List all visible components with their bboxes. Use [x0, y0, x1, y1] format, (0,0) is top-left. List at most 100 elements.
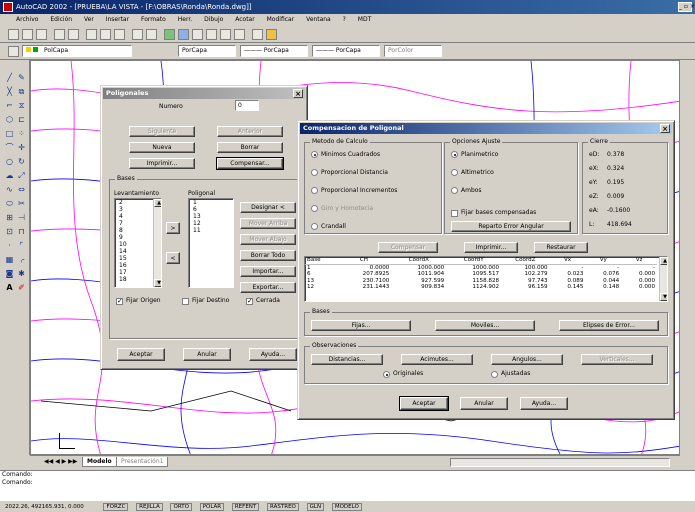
scroll-up-icon[interactable]: ▲	[660, 257, 667, 265]
menu-item-insertar[interactable]: Insertar	[106, 16, 129, 23]
multiline-text-icon[interactable]: A	[4, 282, 15, 293]
status-refent[interactable]: REFENT	[231, 503, 260, 511]
fijar-origen-checkbox[interactable]: ✓	[116, 298, 123, 305]
menu-item-herr[interactable]: Herr.	[178, 16, 192, 23]
status-rejilla[interactable]: REJILLA	[136, 503, 163, 511]
siguiente-button[interactable]: Siguiente	[129, 126, 195, 137]
imprimir-button[interactable]: Imprimir...	[464, 242, 518, 253]
numero-input[interactable]: 0	[235, 100, 259, 111]
list-item[interactable]: 11	[191, 227, 233, 234]
radio-proporcional-distancia[interactable]	[311, 169, 318, 176]
acimutes-button[interactable]: Acimutes...	[401, 354, 473, 365]
tab-nav-arrows[interactable]: ◀◀ ◀ ▶ ▶▶	[44, 458, 77, 465]
layer-combo[interactable]: PolCapa	[22, 45, 132, 57]
menu-item-modificar[interactable]: Modificar	[267, 16, 295, 23]
offset-icon[interactable]: ⊏	[16, 114, 27, 125]
paste-icon[interactable]	[114, 29, 125, 40]
verticales-button[interactable]: Verticales...	[581, 354, 653, 365]
ayuda-button[interactable]: Ayuda...	[520, 397, 568, 410]
reparto-error-angular-button[interactable]: Reparto Error Angular	[451, 221, 571, 232]
mover-arriba-button[interactable]: Mover Arriba	[240, 218, 296, 229]
menu-item-ver[interactable]: Ver	[84, 16, 94, 23]
status-forzc[interactable]: FORZC	[103, 503, 129, 511]
revcloud-icon[interactable]: ☁	[4, 170, 15, 181]
region-icon[interactable]: ◙	[4, 268, 15, 279]
moviles-button[interactable]: Moviles...	[435, 320, 535, 331]
status-rastreo[interactable]: RASTREO	[267, 503, 299, 511]
borrar-button[interactable]: Borrar	[217, 142, 283, 153]
insert-block-icon[interactable]: ⊞	[4, 212, 15, 223]
remove-from-poligonal-button[interactable]: <	[166, 252, 180, 264]
linetype-combo[interactable]: ——— PorCapa	[240, 45, 308, 57]
construction-line-icon[interactable]: ╳	[4, 86, 15, 97]
radio-proporcional-incrementos[interactable]	[311, 187, 318, 194]
plotstyle-combo[interactable]: PorColor	[384, 45, 442, 57]
status-orto[interactable]: ORTO	[170, 503, 192, 511]
help-icon[interactable]	[252, 29, 263, 40]
fillet-icon[interactable]: ⌌	[16, 254, 27, 265]
status-polar[interactable]: POLAR	[199, 503, 225, 511]
list-item[interactable]: 6	[191, 206, 233, 213]
polyline-icon[interactable]: ⌐	[4, 100, 15, 111]
color-combo[interactable]: PorCapa	[178, 45, 236, 57]
undo-icon[interactable]	[132, 29, 143, 40]
window-controls[interactable]: _ ▫ ×	[678, 2, 695, 12]
elipses-error-button[interactable]: Elipses de Error...	[559, 320, 659, 331]
aceptar-button[interactable]: Aceptar	[399, 396, 449, 411]
bases-results-table[interactable]: Base CH CoordX CoordY CoordZ Vx Vy Vz 1 0.0000 100…	[304, 256, 668, 302]
lineweight-combo[interactable]: ——— PorCapa	[312, 45, 380, 57]
scale-icon[interactable]: ⤢	[16, 170, 27, 181]
zoom-window-icon[interactable]	[220, 29, 231, 40]
menu-item-mdt[interactable]: MDT	[358, 16, 371, 23]
table-row[interactable]: 1 0.0000 1000.000 1000.000 100.000 - - -	[305, 264, 657, 271]
restaurar-button[interactable]: Restaurar	[534, 242, 588, 253]
levantamiento-scrollbar[interactable]: ▲ ▼	[153, 199, 161, 287]
polygon-icon[interactable]: ⬡	[4, 114, 15, 125]
move-icon[interactable]: ✛	[16, 142, 27, 153]
zoom-realtime-icon[interactable]	[206, 29, 217, 40]
copy-icon[interactable]	[100, 29, 111, 40]
trim-icon[interactable]: ✂	[16, 198, 27, 209]
compensar-button[interactable]: Compensar	[378, 242, 438, 253]
radio-originales[interactable]	[383, 371, 390, 378]
command-line[interactable]: Comando: Comando:	[0, 470, 695, 500]
cut-icon[interactable]	[86, 29, 97, 40]
distancias-button[interactable]: Distancias...	[311, 354, 383, 365]
compensar-button[interactable]: Compensar...	[216, 157, 284, 170]
cerrada-checkbox[interactable]: ✓	[246, 298, 253, 305]
poligonal-list[interactable]: 1 6 13 12 11	[188, 198, 234, 288]
close-icon[interactable]: ×	[293, 89, 303, 98]
menu-item-edicion[interactable]: Edición	[50, 16, 72, 23]
status-modelo[interactable]: MODELO	[331, 503, 362, 511]
design-center-icon[interactable]	[164, 29, 175, 40]
levantamiento-list[interactable]: 2 3 4 7 8 9 10 14 15 16 17 18 ▲ ▼	[114, 198, 162, 288]
anular-button[interactable]: Anular	[183, 348, 231, 361]
anterior-button[interactable]: Anterior	[217, 126, 283, 137]
fijar-destino-checkbox[interactable]	[182, 298, 189, 305]
add-to-poligonal-button[interactable]: >	[166, 222, 180, 234]
erase-icon[interactable]: ✎	[16, 72, 27, 83]
circle-icon[interactable]: ○	[4, 156, 15, 167]
mover-abajo-button[interactable]: Mover Abajo	[240, 234, 296, 245]
radio-crandall[interactable]	[311, 223, 318, 230]
zoom-previous-icon[interactable]	[234, 29, 245, 40]
radio-planimetrico[interactable]	[451, 151, 458, 158]
layers-icon[interactable]	[8, 46, 19, 57]
menu-item-ventana[interactable]: Ventana	[306, 16, 331, 23]
copy-object-icon[interactable]: ⧉	[16, 86, 27, 97]
arc-icon[interactable]: ⌒	[4, 142, 15, 153]
radio-minimos-cuadrados[interactable]	[311, 151, 318, 158]
hatch-icon[interactable]: ▦	[4, 254, 15, 265]
ellipse-icon[interactable]: ⬭	[4, 198, 15, 209]
horizontal-scrollbar[interactable]	[450, 458, 670, 467]
pan-icon[interactable]	[192, 29, 203, 40]
imprimir-button[interactable]: Imprimir...	[129, 158, 195, 169]
close-icon[interactable]: ×	[660, 124, 670, 133]
spline-icon[interactable]: ∿	[4, 184, 15, 195]
ayuda-button[interactable]: Ayuda...	[249, 348, 297, 361]
designar-button[interactable]: Designar <	[240, 202, 296, 213]
borrar-todo-button[interactable]: Borrar Todo	[240, 250, 296, 261]
radio-ajustadas[interactable]	[491, 371, 498, 378]
stretch-icon[interactable]: ⇔	[16, 184, 27, 195]
menu-item-formato[interactable]: Formato	[141, 16, 166, 23]
